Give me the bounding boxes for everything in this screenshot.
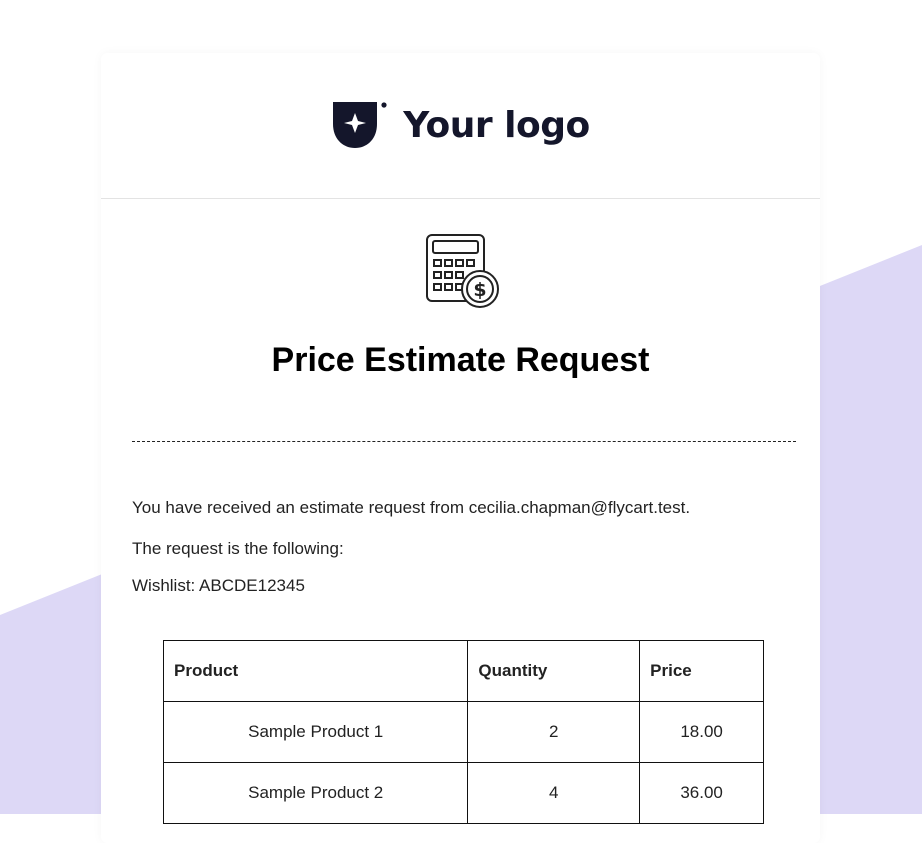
table-row: Sample Product 1 2 18.00: [162, 701, 764, 763]
cell-price: 18.00: [639, 701, 764, 763]
logo: Your logo: [331, 100, 590, 152]
page-title: Price Estimate Request: [271, 341, 650, 379]
header-quantity: Quantity: [467, 640, 641, 702]
items-table: Product Quantity Price Sample Product 1 …: [162, 640, 764, 824]
cell-product: Sample Product 2: [162, 762, 469, 824]
header-price: Price: [639, 640, 764, 702]
cell-price: 36.00: [639, 762, 764, 824]
email-card: Your logo $ Price Estimate Request You h…: [101, 53, 820, 843]
cell-quantity: 4: [467, 762, 641, 824]
logo-text: Your logo: [403, 105, 590, 146]
table-header-row: Product Quantity Price: [162, 640, 764, 702]
divider: [132, 441, 796, 442]
svg-text:$: $: [473, 279, 486, 301]
logo-shield-icon: [333, 101, 387, 148]
cell-product: Sample Product 1: [162, 701, 469, 763]
email-header: Your logo: [101, 53, 820, 199]
header-product: Product: [162, 640, 469, 702]
wishlist-line: Wishlist: ABCDE12345: [132, 576, 305, 595]
table-row: Sample Product 2 4 36.00: [162, 762, 764, 824]
cell-quantity: 2: [467, 701, 641, 763]
intro-text: You have received an estimate request fr…: [132, 498, 691, 517]
calculator-dollar-icon: $: [426, 234, 499, 308]
request-line: The request is the following:: [132, 539, 344, 558]
